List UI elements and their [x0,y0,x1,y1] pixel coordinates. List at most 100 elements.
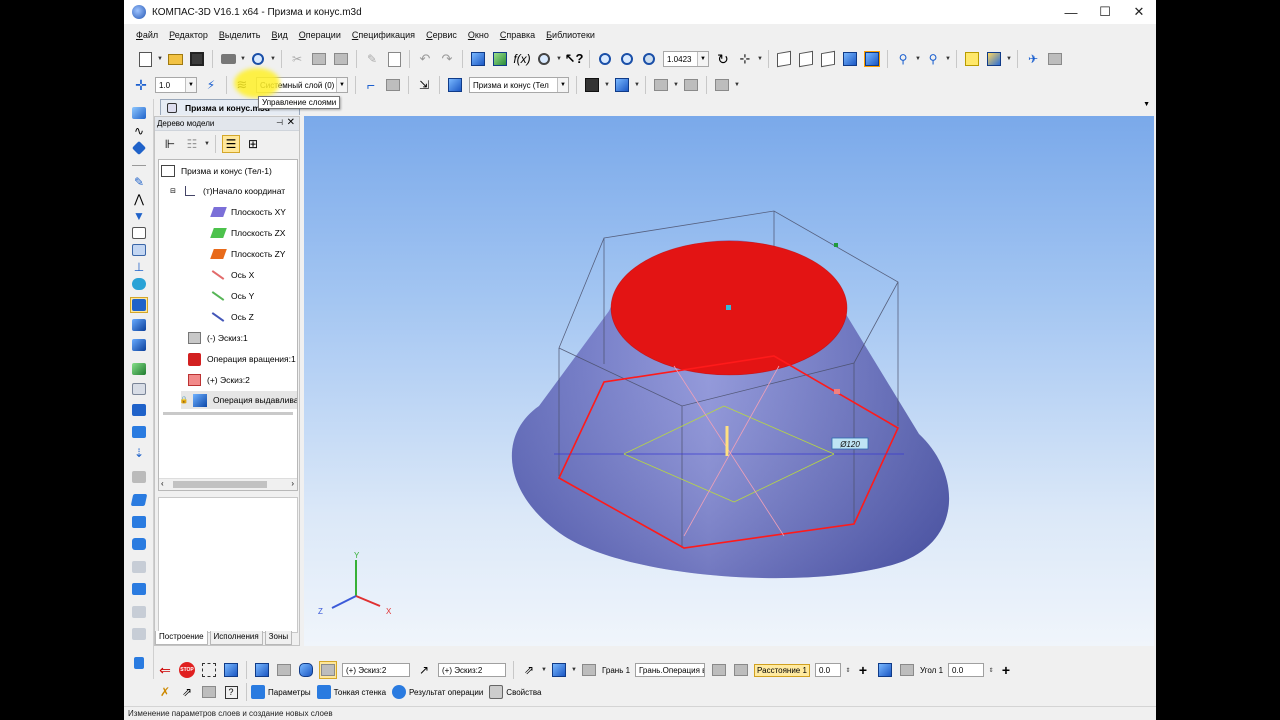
scroll-left-icon[interactable]: ‹ [161,479,164,488]
direction-dropdown-icon[interactable]: ▼ [540,661,548,679]
select-tool-icon[interactable]: ⇗ [178,683,196,701]
tab-zones[interactable]: Зоны [264,631,293,645]
sketch-pick-icon[interactable] [319,661,337,679]
face-icon[interactable] [580,661,598,679]
menu-view[interactable]: Вид [271,30,287,40]
menu-service[interactable]: Сервис [426,30,457,40]
display-filter-dropdown-icon[interactable]: ▼ [944,50,952,68]
shell-icon[interactable] [130,492,148,508]
close-button[interactable]: ✕ [1122,0,1156,24]
step-field[interactable]: 1.0 ▼ [155,77,197,93]
dimension-icon[interactable] [713,76,731,94]
filter-icon[interactable]: ⚲ [894,50,912,68]
fillet-icon[interactable] [130,514,148,530]
tree-horizontal-scrollbar[interactable]: ‹ › [159,478,297,490]
perspective-icon[interactable]: ✈ [1024,50,1042,68]
face-pick-icon[interactable] [710,661,728,679]
paste-icon[interactable] [332,50,350,68]
angle-icon[interactable] [898,661,916,679]
snaps-icon[interactable]: ⚡ [202,76,220,94]
direction-type-icon[interactable]: ⇗ [520,661,538,679]
transform-icon[interactable] [130,604,148,620]
view-orientation-dropdown-icon[interactable]: ▼ [1005,50,1013,68]
edit-part-icon[interactable] [130,297,148,313]
menu-operations[interactable]: Операции [299,30,341,40]
libraries-icon[interactable] [535,50,553,68]
color-fill-icon[interactable] [613,76,631,94]
collapse-toggle-icon[interactable]: ⊟ [169,184,177,198]
tree-select-icon[interactable] [275,661,293,679]
distance-pick-icon[interactable] [732,661,750,679]
tree-structure-icon[interactable] [491,50,509,68]
weld-icon[interactable] [130,469,148,485]
model-select-icon[interactable] [222,661,240,679]
measure-icon[interactable] [1046,50,1064,68]
angle-spinner-icon[interactable]: ⇕ [987,661,995,679]
pattern-tool-icon[interactable] [130,361,148,377]
appearance-icon[interactable] [583,76,601,94]
tree-item-extrude[interactable]: 🔒 Операция выдавливания [180,391,297,409]
panel-close-icon[interactable]: ✕ [287,117,295,128]
cut-icon[interactable]: ✂ [288,50,306,68]
menu-specification[interactable]: Спецификация [352,30,415,40]
exclude-icon[interactable]: ✗ [156,683,174,701]
zoom-scale-icon[interactable] [618,50,636,68]
face-field[interactable]: Грань.Операция в [635,663,706,677]
tab-executions[interactable]: Исполнения [209,631,263,645]
tree-item-axis-z[interactable]: Ось Z [211,308,254,326]
sheet-metal-icon[interactable] [130,424,148,440]
tree-item-axis-x[interactable]: Ось X [211,266,254,284]
display-filter-icon[interactable]: ⚲ [924,50,942,68]
format-brush-icon[interactable]: ✎ [363,50,381,68]
snap-cursor-icon[interactable]: ✛ [132,76,150,94]
surface-icon[interactable] [130,276,148,292]
section-icon[interactable] [130,626,148,642]
tree-item-plane-zx[interactable]: Плоскость ZX [209,224,285,242]
copy-icon[interactable] [310,50,328,68]
tab-properties[interactable]: Свойства [489,683,541,701]
chevron-down-icon[interactable]: ▼ [697,52,708,66]
chevron-down-icon[interactable]: ▼ [336,78,347,92]
image-icon[interactable] [200,683,218,701]
angle-pick-icon[interactable] [876,661,894,679]
zoom-scale-field[interactable]: 1.0423 ▼ [663,51,709,67]
sketch-1-field[interactable]: (+) Эскиз:2 [342,663,410,677]
properties-list-icon[interactable] [385,50,403,68]
tree-structure-view-icon[interactable]: ⊞ [244,135,262,153]
print-dropdown-icon[interactable]: ▼ [239,50,247,68]
measure-tool-icon[interactable]: ⊥ [130,259,148,275]
maximize-button[interactable]: ☐ [1088,0,1122,24]
menu-select[interactable]: Выделить [219,30,261,40]
view-tool-icon[interactable] [130,402,148,418]
distance-field[interactable]: 0.0 [814,663,841,677]
libraries-dropdown-icon[interactable]: ▼ [555,50,563,68]
mirror-icon[interactable] [130,559,148,575]
current-object-icon[interactable] [446,76,464,94]
new-file-icon[interactable] [136,50,154,68]
scroll-thumb[interactable] [173,481,267,488]
redo-icon[interactable]: ↷ [438,50,456,68]
hidden-lines-icon[interactable] [797,50,815,68]
scroll-right-icon[interactable]: › [291,479,294,488]
menu-help[interactable]: Справка [500,30,535,40]
pencil-sketch-icon[interactable]: ✎ [130,174,148,190]
cut-extrude-tool-icon[interactable] [130,337,148,353]
distance-spinner-icon[interactable]: ⇕ [844,661,852,679]
zoom-window-icon[interactable] [596,50,614,68]
extrude-type-icon[interactable] [550,661,568,679]
print-preview-icon[interactable] [249,50,267,68]
tab-parameters[interactable]: Параметры [251,683,311,701]
orient-axes-icon[interactable]: ⊹ [736,50,754,68]
rotate-icon[interactable]: ↻ [714,50,732,68]
dimension-dropdown-icon[interactable]: ▼ [733,76,741,94]
direction-icon[interactable]: ↗ [415,661,433,679]
cylinder-icon[interactable] [297,661,315,679]
align-dropdown-icon[interactable]: ▼ [672,76,680,94]
open-folder-icon[interactable] [166,50,184,68]
tab-construction[interactable]: Построение [155,631,208,645]
wireframe-icon[interactable] [775,50,793,68]
help-icon[interactable]: ? [222,683,240,701]
color-dropdown-icon[interactable]: ▼ [633,76,641,94]
manager-doc-icon[interactable] [469,50,487,68]
filter-funnel-icon[interactable]: ▼ [130,208,148,224]
